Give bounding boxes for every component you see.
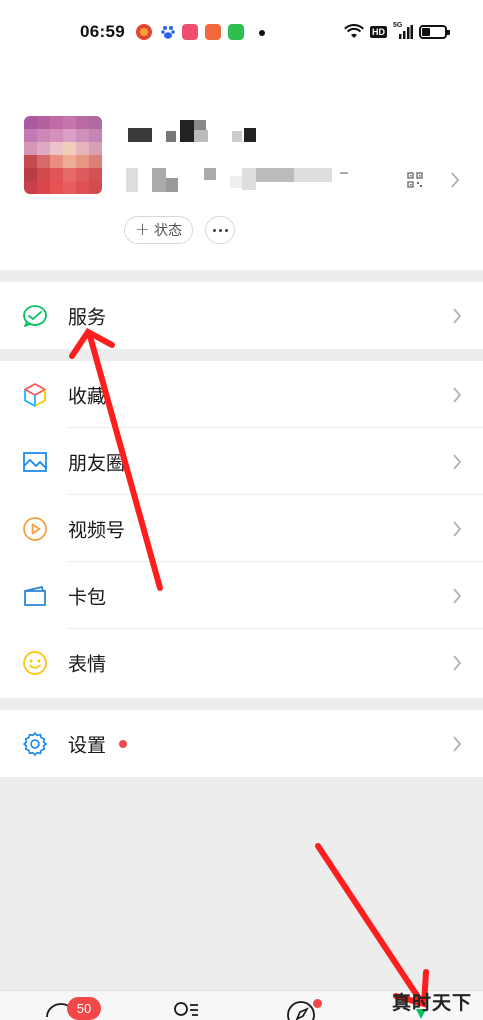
chevron-right-icon bbox=[453, 654, 462, 671]
menu-item-label: 视频号 bbox=[68, 519, 126, 541]
wechat-pay-check-icon bbox=[23, 304, 47, 327]
status-bar: 06:59 HD 5G bbox=[0, 0, 483, 64]
service-group: 服务 bbox=[0, 282, 483, 349]
menu-item-card-wallet[interactable]: 卡包 bbox=[0, 562, 483, 629]
menu-item-channels[interactable]: 视频号 bbox=[0, 495, 483, 562]
app-notification-icon bbox=[182, 24, 198, 40]
plus-icon: + bbox=[135, 219, 151, 240]
add-status-button[interactable]: + 状态 bbox=[124, 216, 194, 244]
notification-app-icon bbox=[136, 24, 152, 40]
menu-item-label: 表情 bbox=[68, 653, 107, 675]
chevron-right-icon[interactable] bbox=[450, 171, 460, 189]
unread-badge: 50 bbox=[67, 997, 101, 1020]
moments-image-icon bbox=[23, 451, 47, 472]
annotation-arrow-me-tab bbox=[315, 843, 429, 1008]
menu-item-stickers[interactable]: 表情 bbox=[0, 629, 483, 696]
gear-icon bbox=[23, 731, 47, 756]
baidu-paw-icon bbox=[160, 24, 176, 40]
menu-item-label: 服务 bbox=[68, 306, 107, 328]
menu-item-label: 卡包 bbox=[68, 586, 107, 608]
chevron-right-icon bbox=[453, 453, 462, 470]
chevron-right-icon bbox=[453, 520, 462, 537]
discover-red-dot bbox=[313, 999, 322, 1008]
discover-compass-icon[interactable] bbox=[286, 999, 316, 1020]
menu-item-label: 收藏 bbox=[68, 385, 107, 407]
menu-item-settings[interactable]: 设置 bbox=[0, 710, 483, 777]
card-wallet-icon bbox=[24, 585, 46, 606]
menu-item-moments[interactable]: 朋友圈 bbox=[0, 428, 483, 495]
app-notification-icon bbox=[228, 24, 244, 40]
watermark-text: 真时天下 bbox=[392, 992, 473, 1014]
status-button-label: 状态 bbox=[154, 223, 183, 239]
qr-code-icon[interactable] bbox=[407, 172, 423, 188]
favorites-cube-icon bbox=[24, 382, 46, 407]
menu-item-service[interactable]: 服务 bbox=[0, 282, 483, 349]
wechat-id-pixelated bbox=[126, 168, 352, 194]
chevron-right-icon bbox=[453, 386, 462, 403]
channels-play-icon bbox=[23, 516, 47, 541]
chevron-right-icon bbox=[453, 307, 462, 324]
signal-icon: 5G bbox=[393, 22, 413, 40]
more-notifications-dot bbox=[259, 30, 265, 36]
nickname-pixelated bbox=[128, 120, 258, 144]
sticker-smile-icon bbox=[23, 650, 47, 675]
profile-card[interactable]: + 状态 bbox=[0, 64, 483, 270]
more-button[interactable] bbox=[205, 216, 235, 244]
chevron-right-icon bbox=[453, 735, 462, 752]
hd-voice-icon: HD bbox=[370, 26, 387, 38]
app-notification-icon bbox=[205, 24, 221, 40]
battery-icon bbox=[419, 25, 450, 39]
avatar[interactable] bbox=[24, 116, 102, 194]
menu-item-favorites[interactable]: 收藏 bbox=[0, 361, 483, 428]
status-time: 06:59 bbox=[80, 22, 125, 41]
menu-item-label: 朋友圈 bbox=[68, 452, 126, 474]
settings-group: 设置 bbox=[0, 710, 483, 777]
settings-red-dot bbox=[119, 739, 127, 748]
contacts-tab-icon[interactable] bbox=[170, 999, 200, 1020]
main-menu-group: 收藏 朋友圈 视频号 卡包 表情 bbox=[0, 361, 483, 698]
wifi-icon bbox=[344, 24, 364, 38]
chevron-right-icon bbox=[453, 587, 462, 604]
menu-item-label: 设置 bbox=[68, 734, 107, 756]
